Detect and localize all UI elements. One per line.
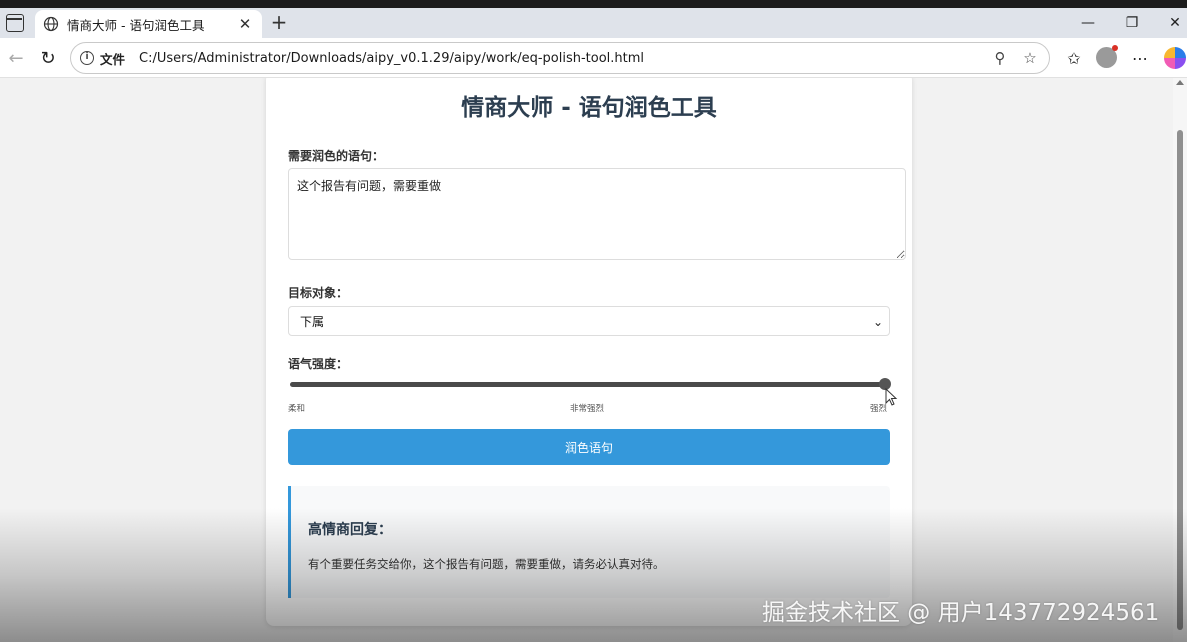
- globe-icon: [43, 16, 59, 32]
- favorite-star-icon[interactable]: ☆: [1019, 47, 1041, 69]
- tab-close-button[interactable]: ✕: [234, 13, 256, 35]
- more-icon[interactable]: ⋯: [1128, 46, 1152, 70]
- page-title: 情商大师 - 语句润色工具: [461, 95, 717, 121]
- window-top-strip: [0, 0, 1187, 8]
- polish-button[interactable]: 润色语句: [288, 429, 890, 465]
- scroll-up-icon[interactable]: [1176, 80, 1184, 85]
- minimize-icon[interactable]: —: [1068, 12, 1108, 34]
- address-bar[interactable]: i 文件 C:/Users/Administrator/Downloads/ai…: [70, 42, 1050, 74]
- info-icon[interactable]: i: [80, 51, 94, 65]
- profile-notification-dot: [1112, 45, 1118, 51]
- target-label: 目标对象：: [288, 286, 349, 300]
- sentence-label: 需要润色的语句：: [288, 149, 385, 163]
- favorites-icon[interactable]: ✩: [1062, 46, 1086, 70]
- tone-slider-track[interactable]: [290, 382, 888, 387]
- new-tab-button[interactable]: +: [268, 10, 290, 34]
- tone-max-label: 强烈: [870, 404, 888, 414]
- watermark: 掘金技术社区 @ 用户143772924561: [762, 600, 1160, 626]
- back-icon[interactable]: ←: [4, 46, 28, 70]
- file-scheme-label: 文件: [100, 51, 126, 67]
- page-viewport: 情商大师 - 语句润色工具 需要润色的语句： 这个报告有问题，需要重做 目标对象…: [0, 78, 1187, 642]
- chevron-down-icon: ⌄: [872, 315, 883, 329]
- url-text[interactable]: C:/Users/Administrator/Downloads/aipy_v0…: [139, 51, 989, 66]
- result-box: 高情商回复： 有个重要任务交给你，这个报告有问题，需要重做，请务必认真对待。: [288, 486, 890, 598]
- tab-bar: 情商大师 - 语句润色工具 ✕ + — ❐ ✕: [0, 8, 1187, 38]
- page-scrollbar[interactable]: [1173, 78, 1187, 642]
- close-window-icon[interactable]: ✕: [1155, 12, 1187, 34]
- sentence-input[interactable]: 这个报告有问题，需要重做: [288, 168, 906, 260]
- zoom-icon[interactable]: ⚲: [989, 47, 1011, 69]
- scrollbar-thumb[interactable]: [1177, 130, 1183, 630]
- tone-mid-label: 非常强烈: [570, 404, 605, 414]
- tone-min-label: 柔和: [288, 404, 306, 414]
- browser-tab[interactable]: 情商大师 - 语句润色工具 ✕: [35, 10, 262, 38]
- result-title: 高情商回复：: [308, 522, 392, 538]
- copilot-icon[interactable]: [1164, 47, 1186, 69]
- mouse-cursor-icon: [885, 388, 898, 406]
- target-select[interactable]: 下属 ⌄: [288, 306, 890, 336]
- restore-icon[interactable]: ❐: [1112, 12, 1152, 34]
- tab-actions-icon[interactable]: [6, 14, 24, 32]
- tone-label: 语气强度：: [288, 357, 349, 371]
- reload-icon[interactable]: ↻: [36, 46, 60, 70]
- target-selected-value: 下属: [300, 314, 325, 329]
- app-card: 情商大师 - 语句润色工具 需要润色的语句： 这个报告有问题，需要重做 目标对象…: [266, 78, 912, 626]
- result-text: 有个重要任务交给你，这个报告有问题，需要重做，请务必认真对待。: [308, 557, 665, 571]
- tab-title: 情商大师 - 语句润色工具: [67, 17, 205, 33]
- browser-toolbar: ← ↻ i 文件 C:/Users/Administrator/Download…: [0, 38, 1187, 78]
